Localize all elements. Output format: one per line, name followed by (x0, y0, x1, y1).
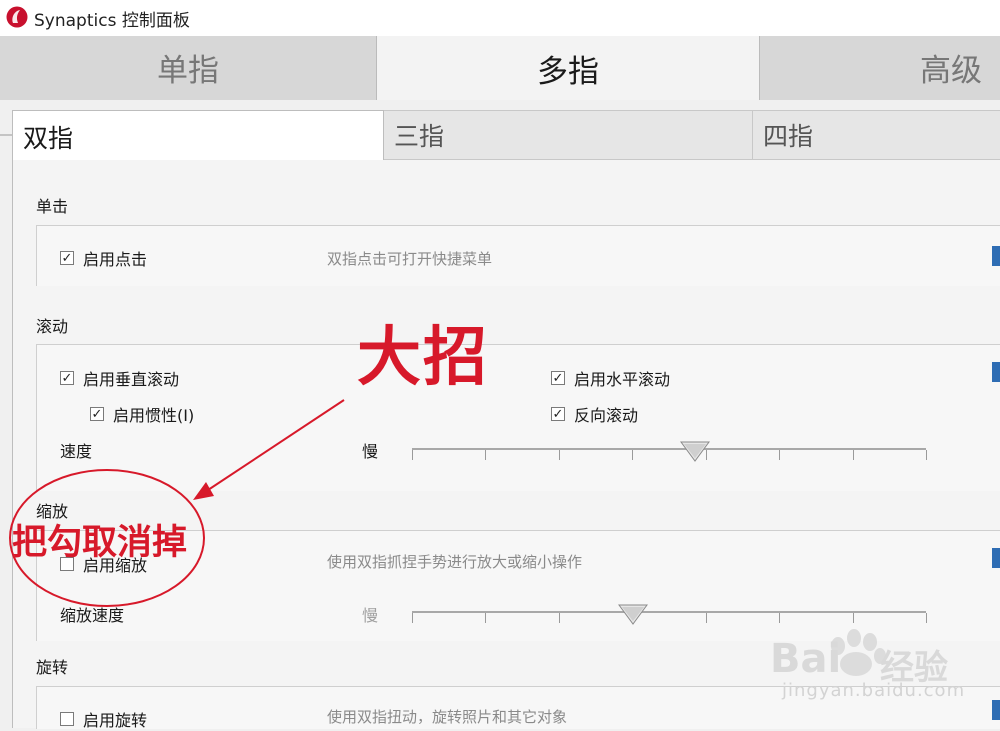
slider-tick (632, 450, 633, 460)
enable-tap-checkbox[interactable]: ✓ 启用点击 (60, 246, 147, 270)
slider-tick (485, 613, 486, 623)
subtab-two-finger[interactable]: 双指 (12, 110, 384, 162)
scroll-speed-slider[interactable] (412, 441, 927, 462)
zoom-speed-label: 缩放速度 (60, 606, 125, 625)
slider-tick (559, 613, 560, 623)
slider-tick (485, 450, 486, 460)
checkbox-label: 启用水平滚动 (574, 370, 671, 389)
watermark-brand: Bai (770, 636, 842, 682)
section-title-tap: 单击 (36, 197, 69, 216)
annotation-small-text: 把勾取消掉 (12, 523, 188, 563)
subtab-four-finger[interactable]: 四指 (752, 110, 1000, 160)
synaptics-logo-icon (6, 6, 28, 28)
help-marker[interactable] (992, 362, 1000, 382)
slider-tick (779, 450, 780, 460)
watermark-url: jingyan.baidu.com (782, 680, 966, 701)
slider-tick (926, 450, 927, 460)
slider-thumb[interactable] (618, 603, 648, 625)
title-bar: Synaptics 控制面板 (0, 0, 1000, 36)
enable-horizontal-scroll-checkbox[interactable]: ✓ 启用水平滚动 (551, 366, 670, 390)
group-tap (36, 225, 1000, 286)
slider-thumb[interactable] (680, 440, 710, 462)
enable-rotate-checkbox[interactable]: 启用旋转 (60, 707, 147, 731)
section-title-scroll: 滚动 (36, 317, 69, 336)
checkbox-label: 启用点击 (83, 250, 148, 269)
checkbox-label: 反向滚动 (574, 406, 639, 425)
slider-tick (559, 450, 560, 460)
checkbox-unchecked-icon[interactable] (60, 712, 74, 726)
slider-track (412, 448, 926, 450)
tab-single-finger[interactable]: 单指 (0, 36, 376, 98)
enable-inertia-checkbox[interactable]: ✓ 启用惯性(I) (90, 402, 194, 426)
checkbox-checked-icon[interactable]: ✓ (90, 407, 104, 421)
checkbox-label: 启用惯性(I) (113, 406, 195, 425)
zoom-slow-label: 慢 (362, 606, 379, 625)
subtab-three-finger[interactable]: 三指 (384, 110, 752, 160)
checkbox-label: 启用垂直滚动 (83, 370, 180, 389)
rotate-description: 使用双指扭动，旋转照片和其它对象 (327, 708, 568, 726)
window-title: Synaptics 控制面板 (34, 11, 190, 31)
section-title-rotate: 旋转 (36, 658, 69, 677)
checkbox-checked-icon[interactable]: ✓ (551, 371, 565, 385)
checkbox-label: 启用旋转 (83, 711, 148, 730)
slider-tick (706, 613, 707, 623)
enable-vertical-scroll-checkbox[interactable]: ✓ 启用垂直滚动 (60, 366, 179, 390)
sub-tab-bar: 双指 三指 四指 (0, 110, 1000, 162)
checkbox-checked-icon[interactable]: ✓ (551, 407, 565, 421)
help-marker[interactable] (992, 246, 1000, 266)
tab-advanced[interactable]: 高级 (760, 36, 1000, 98)
scroll-speed-label: 速度 (60, 442, 93, 461)
checkbox-checked-icon[interactable]: ✓ (60, 251, 74, 265)
slider-track (412, 611, 926, 613)
annotation-big-text: 大招 (357, 321, 489, 395)
checkbox-checked-icon[interactable]: ✓ (60, 371, 74, 385)
slider-tick (853, 450, 854, 460)
tab-multi-finger[interactable]: 多指 (376, 36, 760, 100)
main-tab-bar: 单指 多指 高级 (0, 36, 1000, 136)
help-marker[interactable] (992, 548, 1000, 568)
slider-tick (412, 613, 413, 623)
zoom-description: 使用双指抓捏手势进行放大或缩小操作 (327, 553, 583, 571)
slider-tick (412, 450, 413, 460)
scroll-slow-label: 慢 (362, 442, 379, 461)
tap-description: 双指点击可打开快捷菜单 (327, 250, 493, 268)
reverse-scroll-checkbox[interactable]: ✓ 反向滚动 (551, 402, 638, 426)
